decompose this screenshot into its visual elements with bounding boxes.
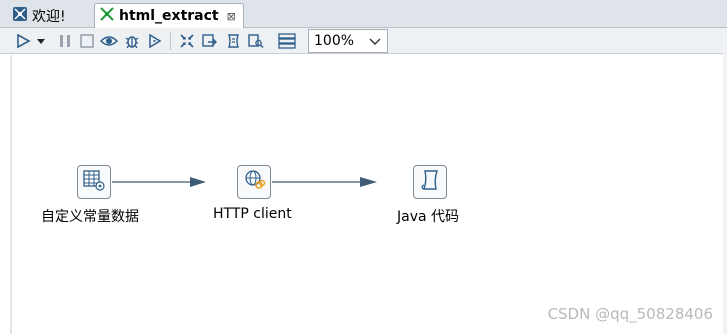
java-code-icon [418, 168, 442, 196]
connector-2[interactable] [272, 177, 377, 187]
http-client-icon [242, 168, 266, 196]
node-java-code[interactable] [413, 165, 447, 199]
node-label-fixed-input: 自定义常量数据 [41, 209, 139, 225]
fixed-input-icon [82, 168, 106, 196]
connector-1[interactable] [112, 177, 206, 187]
node-label-java-code: Java 代码 [397, 209, 460, 225]
node-http-client[interactable] [237, 165, 271, 199]
node-fixed-input[interactable] [77, 165, 111, 199]
node-label-http-client: HTTP client [213, 206, 292, 222]
watermark-text: CSDN @qq_50828406 [547, 305, 713, 323]
